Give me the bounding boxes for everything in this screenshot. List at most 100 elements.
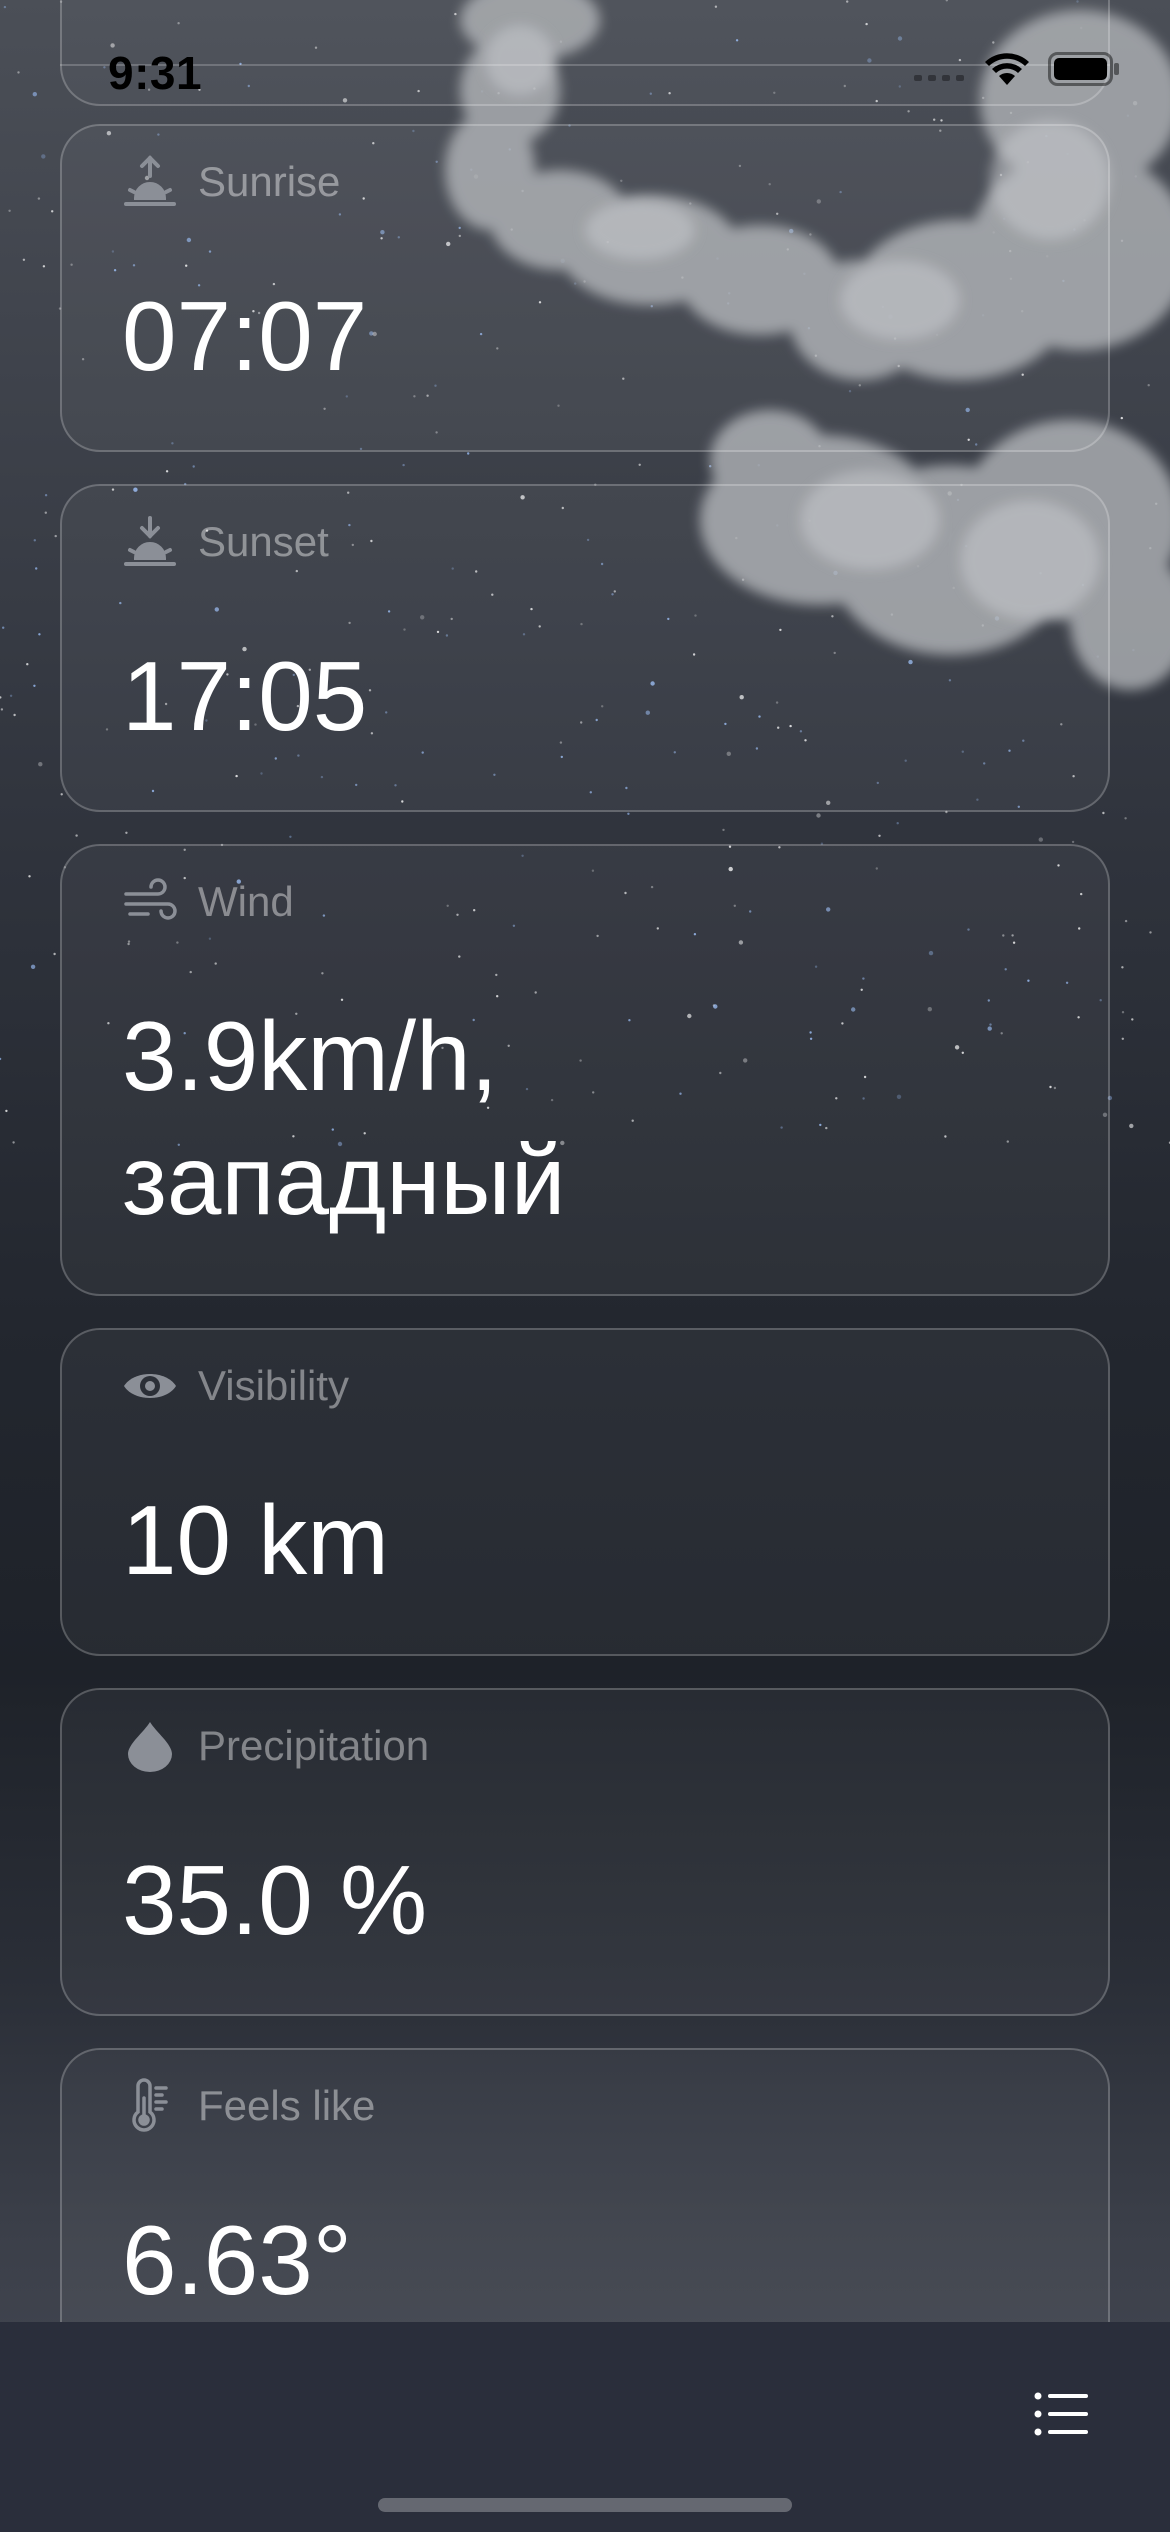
wind-icon bbox=[122, 874, 178, 930]
star bbox=[0, 696, 2, 699]
star bbox=[33, 539, 36, 542]
star bbox=[1071, 840, 1075, 844]
star bbox=[2, 626, 5, 629]
star bbox=[638, 463, 641, 466]
star bbox=[53, 952, 56, 956]
visibility-value: 10 km bbox=[122, 1485, 389, 1595]
sunset-label: Sunset bbox=[198, 518, 329, 565]
star bbox=[0, 708, 4, 711]
star bbox=[1149, 931, 1152, 934]
star bbox=[1121, 1011, 1125, 1014]
star bbox=[12, 1141, 15, 1144]
star bbox=[33, 684, 36, 687]
star bbox=[26, 663, 29, 666]
star bbox=[35, 567, 38, 570]
star bbox=[289, 835, 292, 838]
precipitation-card-header: Precipitation bbox=[122, 1716, 429, 1776]
star bbox=[1155, 502, 1158, 505]
star bbox=[722, 828, 725, 832]
star bbox=[38, 762, 43, 767]
wifi-icon bbox=[984, 52, 1030, 91]
feels-like-value: 6.63° bbox=[122, 2205, 352, 2315]
star bbox=[54, 534, 57, 538]
sunrise-value: 07:07 bbox=[122, 281, 368, 391]
star bbox=[41, 154, 46, 159]
star bbox=[1120, 239, 1124, 242]
visibility-label: Visibility bbox=[198, 1362, 349, 1409]
star bbox=[816, 813, 821, 818]
star bbox=[1121, 1037, 1125, 1041]
star bbox=[125, 831, 128, 834]
weather-details-screen: 9:31 Sunrise 07:07 Sunset 17:05 Wind 3.9… bbox=[0, 0, 1170, 2532]
eye-icon bbox=[122, 1358, 178, 1414]
star bbox=[0, 1057, 2, 1061]
star bbox=[467, 452, 470, 455]
list-icon bbox=[1034, 2392, 1090, 2442]
feels-like-card-header: Feels like bbox=[122, 2076, 375, 2136]
wind-card-header: Wind bbox=[122, 872, 294, 932]
sunset-icon bbox=[122, 514, 178, 570]
sunrise-card: Sunrise 07:07 bbox=[60, 124, 1110, 452]
star bbox=[75, 834, 78, 837]
star bbox=[44, 511, 47, 514]
status-time: 9:31 bbox=[108, 47, 203, 99]
star bbox=[1121, 966, 1124, 969]
star bbox=[1120, 416, 1124, 420]
status-icons bbox=[914, 52, 1120, 91]
precipitation-value: 35.0 % bbox=[122, 1845, 428, 1955]
sunset-value: 17:05 bbox=[122, 641, 368, 751]
star bbox=[42, 265, 46, 268]
star bbox=[30, 964, 36, 969]
wind-value: 3.9km/h, западный bbox=[122, 1001, 566, 1235]
home-indicator bbox=[378, 2498, 792, 2512]
star bbox=[1147, 384, 1150, 387]
star bbox=[757, 464, 760, 467]
star bbox=[1124, 817, 1127, 820]
bottom-toolbar bbox=[0, 2322, 1170, 2532]
sunrise-icon bbox=[122, 154, 178, 210]
star bbox=[44, 494, 48, 497]
star bbox=[165, 470, 169, 473]
wind-label: Wind bbox=[198, 878, 294, 925]
star bbox=[402, 463, 405, 467]
star bbox=[1134, 175, 1138, 178]
star bbox=[37, 197, 41, 200]
precipitation-label: Precipitation bbox=[198, 1722, 430, 1769]
visibility-card-header: Visibility bbox=[122, 1356, 349, 1416]
visibility-card: Visibility 10 km bbox=[60, 1328, 1110, 1656]
drop-icon bbox=[122, 1718, 178, 1774]
star bbox=[51, 210, 54, 213]
star bbox=[1132, 648, 1135, 652]
star bbox=[38, 633, 41, 636]
star bbox=[878, 834, 881, 837]
star bbox=[13, 713, 16, 717]
star bbox=[28, 875, 31, 878]
sunset-card: Sunset 17:05 bbox=[60, 484, 1110, 812]
star bbox=[1102, 811, 1105, 815]
list-button[interactable] bbox=[1034, 2390, 1090, 2438]
star bbox=[8, 209, 11, 212]
star bbox=[1124, 919, 1128, 923]
star bbox=[1149, 547, 1152, 550]
sunset-card-header: Sunset bbox=[122, 512, 329, 572]
star bbox=[60, 793, 63, 796]
star bbox=[1129, 1123, 1134, 1129]
star bbox=[22, 258, 26, 261]
feels-like-label: Feels like bbox=[198, 2082, 376, 2129]
precipitation-card: Precipitation 35.0 % bbox=[60, 1688, 1110, 2016]
star bbox=[709, 465, 712, 468]
cellular-signal-icon bbox=[914, 55, 966, 88]
sunrise-card-header: Sunrise bbox=[122, 152, 340, 212]
sunrise-label: Sunrise bbox=[198, 158, 341, 205]
star bbox=[9, 694, 13, 697]
star bbox=[192, 465, 195, 468]
star bbox=[1131, 1018, 1134, 1021]
wind-card: Wind 3.9km/h, западный bbox=[60, 844, 1110, 1296]
star bbox=[627, 812, 630, 815]
status-bar: 9:31 bbox=[0, 0, 1170, 140]
thermometer-icon bbox=[122, 2078, 178, 2134]
star bbox=[1038, 837, 1044, 842]
star bbox=[5, 1109, 8, 1113]
star bbox=[896, 822, 899, 825]
battery-icon bbox=[1048, 52, 1120, 91]
